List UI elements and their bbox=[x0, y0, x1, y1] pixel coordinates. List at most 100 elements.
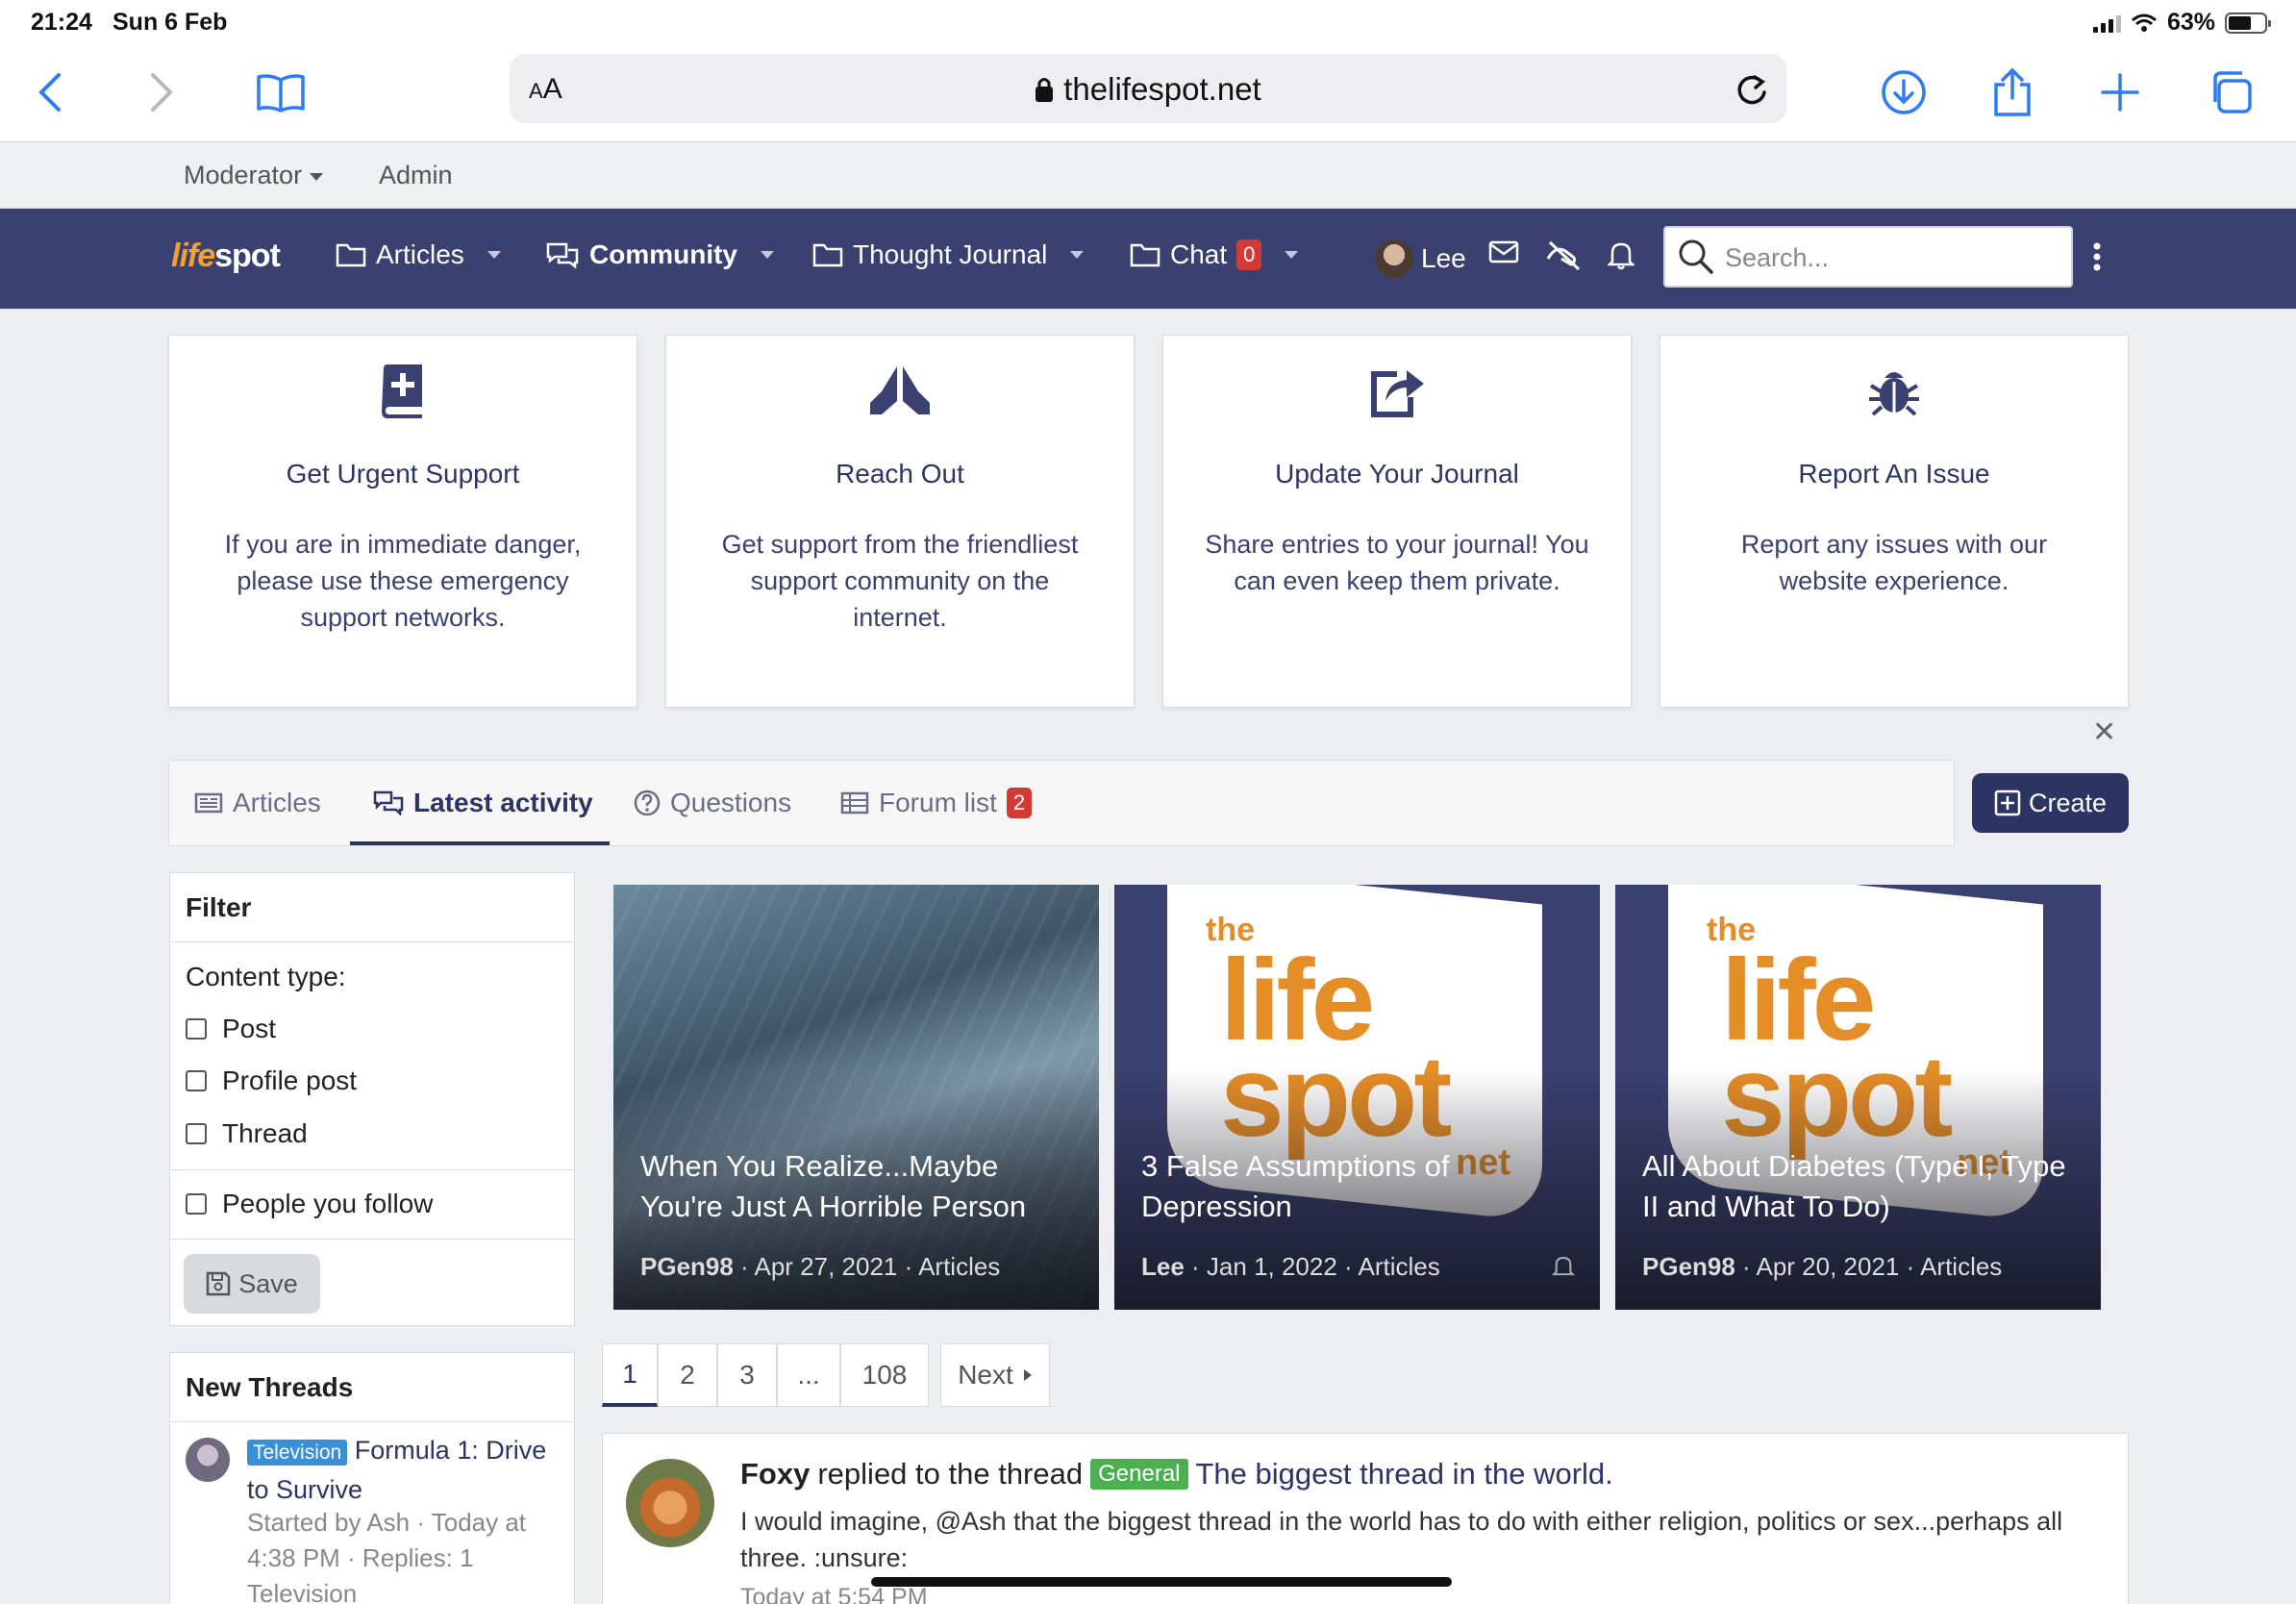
create-button[interactable]: Create bbox=[1972, 773, 2129, 833]
page-last[interactable]: 108 bbox=[840, 1343, 929, 1407]
card-urgent-support[interactable]: Get Urgent Support If you are in immedia… bbox=[168, 335, 637, 708]
bell-icon[interactable] bbox=[1552, 1254, 1575, 1279]
save-button[interactable]: Save bbox=[184, 1254, 320, 1314]
activity-user[interactable]: Foxy bbox=[740, 1457, 810, 1491]
search-input[interactable]: Search... bbox=[1663, 226, 2073, 288]
comments-icon bbox=[373, 790, 404, 815]
card-update-journal[interactable]: Update Your Journal Share entries to you… bbox=[1162, 335, 1632, 708]
tabs-icon bbox=[2213, 71, 2252, 113]
thread-link[interactable]: The biggest thread in the world. bbox=[1196, 1457, 1613, 1491]
inbox-button[interactable] bbox=[1488, 239, 1519, 264]
divider bbox=[170, 1169, 574, 1170]
search-placeholder: Search... bbox=[1725, 243, 1830, 272]
next-page-button[interactable]: Next bbox=[940, 1343, 1050, 1407]
forward-button[interactable] bbox=[133, 63, 190, 121]
status-indicators: 63% bbox=[2092, 9, 2271, 37]
nav-community[interactable]: Community bbox=[545, 239, 774, 270]
tile-title: All About Diabetes (Type I, Type II and … bbox=[1642, 1149, 2066, 1223]
tab-articles[interactable]: Articles bbox=[194, 788, 321, 818]
address-bar[interactable]: AA thelifespot.net bbox=[510, 54, 1786, 123]
chat-count-badge: 0 bbox=[1236, 239, 1262, 270]
bookmarks-button[interactable] bbox=[252, 63, 310, 121]
nav-thought-journal[interactable]: Thought Journal bbox=[812, 239, 1085, 270]
battery-percent: 63% bbox=[2166, 9, 2215, 36]
article-tile[interactable]: When You Realize...Maybe You're Just A H… bbox=[613, 885, 1099, 1310]
page-1[interactable]: 1 bbox=[602, 1343, 658, 1407]
book-plus-icon bbox=[382, 364, 422, 418]
caret-right-icon bbox=[1023, 1369, 1032, 1381]
alerts-muted-button[interactable] bbox=[1544, 239, 1583, 272]
thread-link[interactable]: Television Formula 1: Drive to Survive bbox=[247, 1432, 564, 1508]
tab-questions[interactable]: Questions bbox=[634, 788, 791, 818]
downloads-button[interactable] bbox=[1875, 63, 1933, 121]
card-reach-out[interactable]: Reach Out Get support from the friendlie… bbox=[665, 335, 1135, 708]
filter-panel: Filter Content type: Post Profile post T… bbox=[169, 872, 575, 1326]
avatar bbox=[1375, 239, 1413, 278]
newspaper-icon bbox=[194, 792, 223, 814]
card-text: Get support from the friendliest support… bbox=[721, 530, 1079, 632]
save-icon bbox=[206, 1271, 231, 1296]
more-menu-button[interactable] bbox=[2092, 241, 2102, 272]
tab-forum-list[interactable]: Forum list 2 bbox=[840, 788, 1033, 818]
notifications-button[interactable] bbox=[1608, 239, 1635, 270]
thread-prefix-badge: Television bbox=[247, 1440, 348, 1466]
vertical-ellipsis-icon bbox=[2093, 242, 2101, 271]
page-3[interactable]: 3 bbox=[717, 1343, 777, 1407]
reload-icon[interactable] bbox=[1733, 69, 1771, 108]
bug-icon bbox=[1869, 372, 1919, 416]
card-text: If you are in immediate danger, please u… bbox=[224, 530, 582, 632]
filter-people-follow-checkbox[interactable]: People you follow bbox=[186, 1189, 433, 1219]
filter-thread-checkbox[interactable]: Thread bbox=[186, 1118, 308, 1149]
card-title: Update Your Journal bbox=[1275, 459, 1519, 489]
pagination: 1 2 3 ... 108 bbox=[602, 1343, 929, 1407]
avatar[interactable] bbox=[186, 1438, 230, 1482]
staff-bar: Moderator Admin bbox=[0, 143, 2296, 209]
url-domain: thelifespot.net bbox=[510, 71, 1786, 108]
page-ellipsis[interactable]: ... bbox=[777, 1343, 840, 1407]
activity-time: Today at 5:54 PM bbox=[740, 1584, 928, 1604]
moderator-menu[interactable]: Moderator bbox=[184, 161, 324, 190]
chevron-down-icon bbox=[487, 251, 501, 259]
status-time: 21:24 bbox=[31, 9, 92, 36]
new-tab-button[interactable] bbox=[2091, 63, 2149, 121]
user-menu[interactable]: Lee bbox=[1375, 239, 1466, 278]
nav-articles[interactable]: Articles bbox=[336, 239, 501, 270]
thread-prefix-badge: General bbox=[1090, 1459, 1188, 1490]
tabs-overview-button[interactable] bbox=[2202, 63, 2259, 121]
main-navbar: lifespot Articles Community Thought Jour… bbox=[0, 209, 2296, 309]
divider bbox=[170, 1239, 574, 1240]
filter-title: Filter bbox=[170, 873, 574, 942]
share-icon bbox=[1994, 67, 2031, 116]
chevron-down-icon bbox=[761, 251, 774, 259]
card-report-issue[interactable]: Report An Issue Report any issues with o… bbox=[1660, 335, 2129, 708]
download-icon bbox=[1882, 70, 1926, 114]
hands-helping-icon bbox=[1546, 240, 1581, 271]
article-tile[interactable]: the life spot net 3 False Assumptions of… bbox=[1114, 885, 1600, 1310]
share-button[interactable] bbox=[1984, 63, 2041, 121]
avatar[interactable] bbox=[626, 1459, 714, 1547]
content-tabs: Articles Latest activity Questions Forum… bbox=[168, 760, 1955, 846]
bell-icon bbox=[1608, 242, 1635, 270]
folder-icon bbox=[1130, 243, 1160, 267]
question-circle-icon bbox=[634, 789, 661, 816]
search-icon bbox=[1679, 239, 1713, 274]
nav-chat[interactable]: Chat 0 bbox=[1130, 239, 1299, 270]
filter-profile-post-checkbox[interactable]: Profile post bbox=[186, 1065, 357, 1096]
tab-latest-activity[interactable]: Latest activity bbox=[373, 788, 593, 818]
forum-list-badge: 2 bbox=[1006, 788, 1033, 818]
thread-forum[interactable]: Television bbox=[247, 1579, 357, 1604]
tile-meta: PGen98 · Apr 20, 2021 · Articles bbox=[1642, 1252, 2003, 1281]
chevron-right-icon bbox=[151, 73, 173, 112]
card-title: Report An Issue bbox=[1798, 459, 1990, 489]
admin-link[interactable]: Admin bbox=[379, 161, 453, 190]
card-title: Get Urgent Support bbox=[286, 459, 520, 489]
back-button[interactable] bbox=[21, 63, 79, 121]
article-tile[interactable]: the life spot net All About Diabetes (Ty… bbox=[1615, 885, 2101, 1310]
page-2[interactable]: 2 bbox=[658, 1343, 717, 1407]
tile-title: 3 False Assumptions of Depression bbox=[1141, 1149, 1450, 1223]
site-logo[interactable]: lifespot bbox=[171, 238, 281, 275]
filter-post-checkbox[interactable]: Post bbox=[186, 1014, 276, 1044]
lock-icon bbox=[1036, 78, 1054, 102]
home-indicator bbox=[871, 1577, 1452, 1587]
close-icon[interactable]: ✕ bbox=[2092, 715, 2116, 749]
